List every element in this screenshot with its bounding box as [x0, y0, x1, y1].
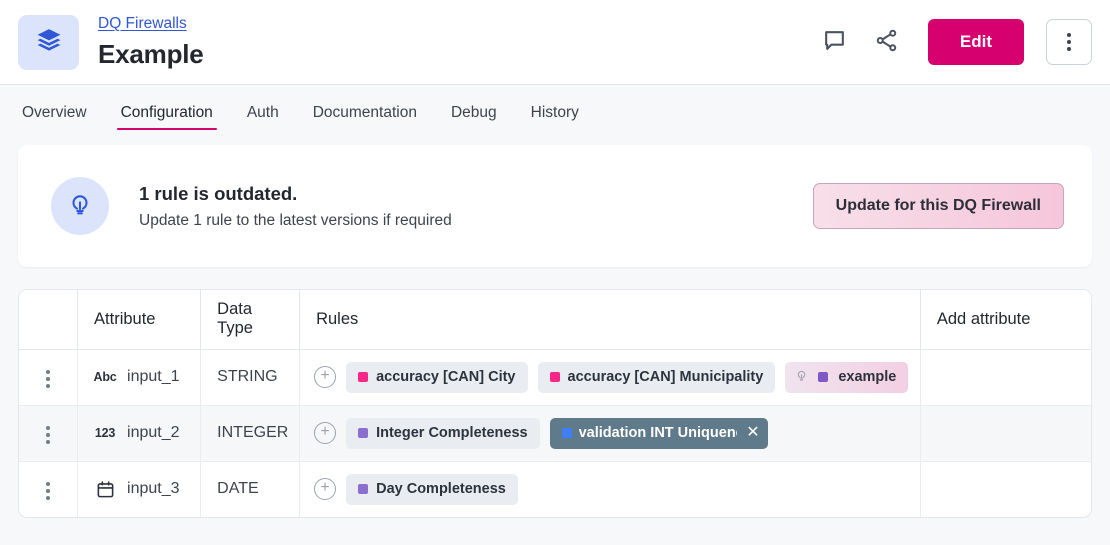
column-header-menu [19, 290, 78, 349]
rule-color-dot [550, 372, 560, 382]
rule-chip[interactable]: Integer Completeness [346, 418, 540, 449]
table-header-row: Attribute Data Type Rules Add attribute [19, 290, 1091, 349]
close-icon[interactable]: ✕ [746, 425, 759, 441]
add-attribute-header[interactable]: Add attribute [920, 290, 1091, 349]
add-attribute-cell [920, 405, 1091, 461]
plus-circle-icon[interactable]: + [314, 366, 336, 388]
rule-color-dot [358, 372, 368, 382]
share-button[interactable] [872, 27, 902, 57]
table-row: input_3 DATE + Day Completeness [19, 461, 1091, 517]
share-icon [874, 28, 899, 56]
banner-text: 1 rule is outdated. Update 1 rule to the… [139, 183, 452, 230]
banner-icon-circle [51, 177, 109, 235]
rule-chip-label: Day Completeness [376, 481, 506, 497]
title-block: DQ Firewalls Example [98, 14, 204, 70]
tab-auth[interactable]: Auth [243, 92, 283, 132]
breadcrumb-dq-firewalls[interactable]: DQ Firewalls [98, 14, 187, 34]
comment-icon [822, 28, 847, 56]
column-header-attribute: Attribute [78, 290, 201, 349]
rules-cell: + Integer Completeness validation INT Un… [300, 405, 921, 461]
attribute-name: input_2 [127, 424, 180, 442]
rule-chip-label: accuracy [CAN] City [376, 369, 515, 385]
layers-icon [36, 27, 62, 58]
text-type-icon: Abc [94, 370, 116, 384]
tab-documentation[interactable]: Documentation [309, 92, 421, 132]
attributes-table: Attribute Data Type Rules Add attribute … [19, 290, 1091, 517]
lightbulb-icon [795, 369, 808, 386]
plus-circle-icon[interactable]: + [314, 422, 336, 444]
rules-cell: + accuracy [CAN] City accuracy [CAN] Mun… [300, 349, 921, 405]
rule-chip-selected[interactable]: validation INT Uniqueness ✕ [550, 418, 768, 449]
column-header-data-type: Data Type [201, 290, 300, 349]
tab-configuration[interactable]: Configuration [117, 92, 217, 132]
more-options-button[interactable] [1046, 19, 1092, 65]
lightbulb-icon [67, 191, 93, 222]
rule-color-dot [562, 428, 572, 438]
rule-color-dot [818, 372, 828, 382]
banner-subtitle: Update 1 rule to the latest versions if … [139, 212, 452, 230]
data-type-cell: STRING [201, 349, 300, 405]
rule-chip[interactable]: accuracy [CAN] City [346, 362, 527, 393]
row-menu-icon[interactable] [36, 420, 60, 450]
edit-button[interactable]: Edit [928, 19, 1024, 65]
tab-overview[interactable]: Overview [18, 92, 91, 132]
table-row: Abc input_1 STRING + accuracy [CAN] City [19, 349, 1091, 405]
rule-color-dot [358, 484, 368, 494]
banner-title: 1 rule is outdated. [139, 183, 452, 205]
add-attribute-cell [920, 349, 1091, 405]
table-row: 123 input_2 INTEGER + Integer Completene… [19, 405, 1091, 461]
rule-color-dot [358, 428, 368, 438]
column-header-rules: Rules [300, 290, 921, 349]
row-menu-cell[interactable] [19, 405, 78, 461]
attribute-cell: 123 input_2 [78, 405, 201, 461]
tab-debug[interactable]: Debug [447, 92, 501, 132]
kebab-menu-icon [1067, 33, 1071, 51]
row-menu-cell[interactable] [19, 461, 78, 517]
page-title: Example [98, 38, 204, 70]
rule-chip-label: Integer Completeness [376, 425, 528, 441]
row-menu-icon[interactable] [36, 476, 60, 506]
calendar-icon [94, 480, 116, 499]
attribute-cell: input_3 [78, 461, 201, 517]
tab-bar: Overview Configuration Auth Documentatio… [0, 85, 1110, 139]
app-logo-tile [18, 15, 79, 70]
header-actions: Edit [820, 19, 1092, 65]
rule-chip[interactable]: Day Completeness [346, 474, 518, 505]
attribute-name: input_1 [127, 368, 180, 386]
data-type-cell: DATE [201, 461, 300, 517]
attribute-name: input_3 [127, 480, 180, 498]
rule-chip-suggestion[interactable]: example [785, 362, 908, 393]
rule-chip-label: validation INT Uniqueness [579, 425, 738, 441]
app-header: DQ Firewalls Example Edit [0, 0, 1110, 85]
plus-circle-icon[interactable]: + [314, 478, 336, 500]
number-type-icon: 123 [94, 426, 116, 440]
outdated-rule-banner: 1 rule is outdated. Update 1 rule to the… [18, 145, 1092, 267]
tab-history[interactable]: History [527, 92, 583, 132]
row-menu-cell[interactable] [19, 349, 78, 405]
add-attribute-cell [920, 461, 1091, 517]
attribute-cell: Abc input_1 [78, 349, 201, 405]
update-firewall-button[interactable]: Update for this DQ Firewall [813, 183, 1064, 229]
row-menu-icon[interactable] [36, 364, 60, 394]
rule-chip[interactable]: accuracy [CAN] Municipality [538, 362, 776, 393]
attributes-table-card: Attribute Data Type Rules Add attribute … [18, 289, 1092, 518]
comment-button[interactable] [820, 27, 850, 57]
rule-chip-label: accuracy [CAN] Municipality [568, 369, 764, 385]
rule-chip-label: example [838, 369, 896, 385]
data-type-cell: INTEGER [201, 405, 300, 461]
rules-cell: + Day Completeness [300, 461, 921, 517]
